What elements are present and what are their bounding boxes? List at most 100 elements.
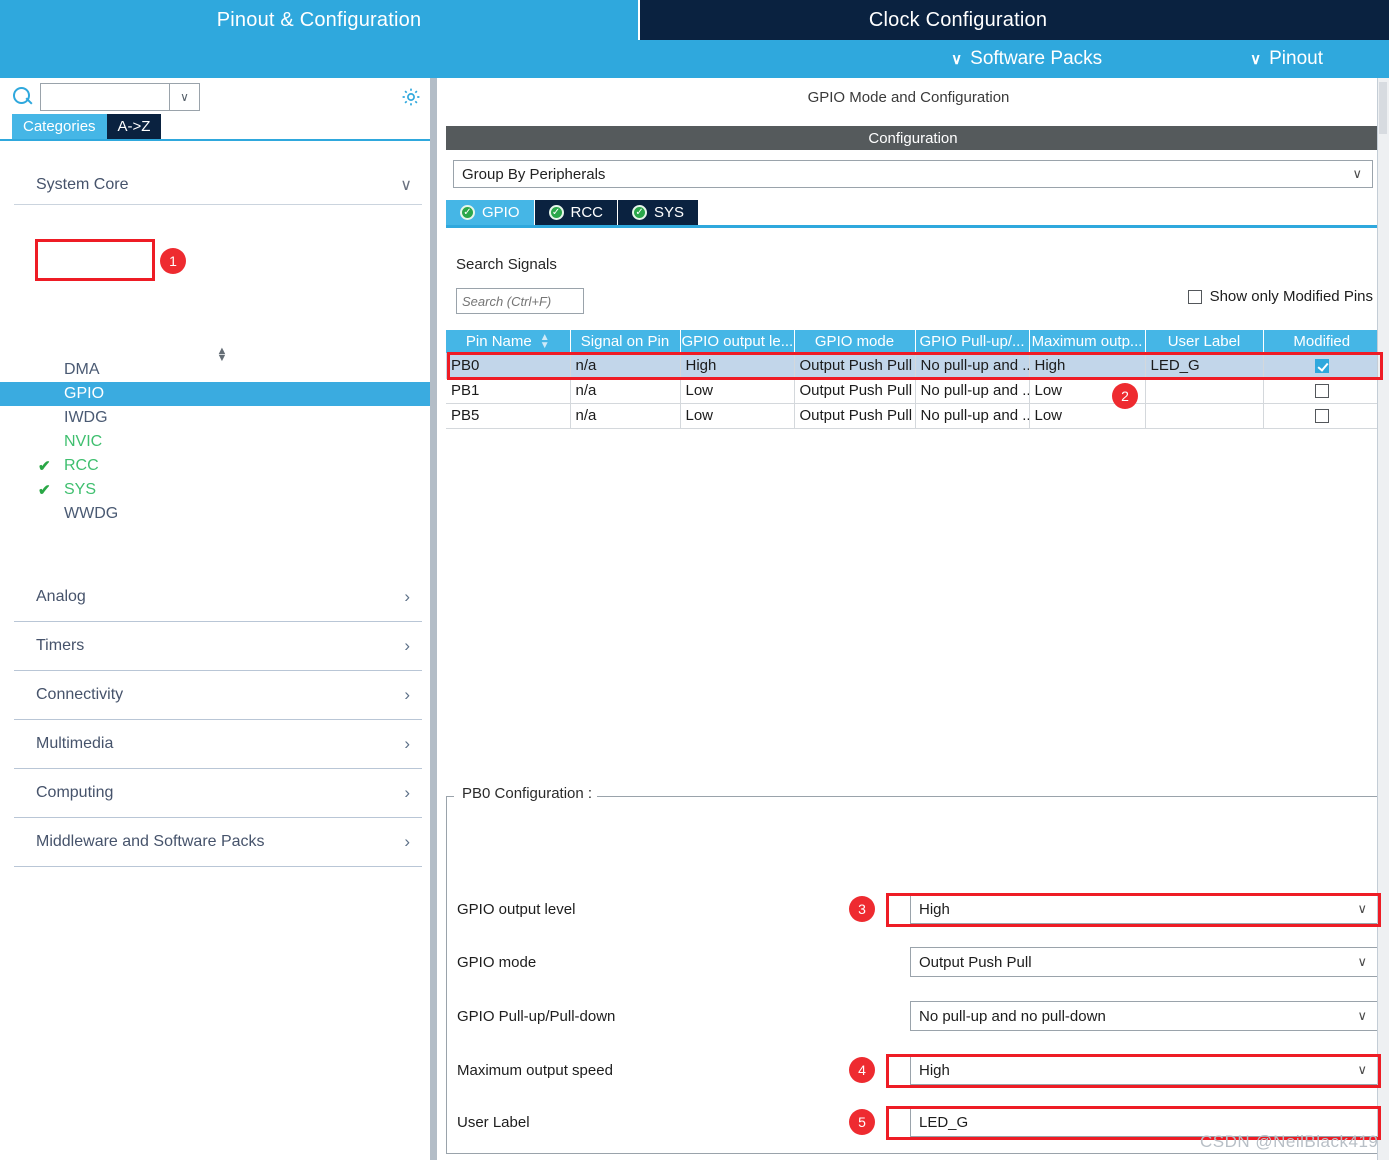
chevron-right-icon: ›: [404, 734, 410, 753]
sidebar-search-row: ∨: [0, 78, 436, 116]
window-scrollbar-thumb[interactable]: [1379, 82, 1387, 134]
category-multimedia-label: Multimedia: [36, 735, 114, 752]
tree-item-sys[interactable]: ✔ SYS: [0, 478, 436, 502]
modified-checkbox[interactable]: [1314, 409, 1329, 424]
maximum-output-speed-select[interactable]: High ∨: [910, 1055, 1378, 1085]
tree-item-dma-label: DMA: [64, 361, 100, 378]
sidebar-tabs: Categories A->Z: [0, 114, 436, 141]
column-header-maximum-output[interactable]: Maximum outp...: [1029, 330, 1146, 353]
gpio-mode-value: Output Push Pull: [919, 953, 1032, 971]
window-scrollbar[interactable]: [1377, 78, 1389, 1160]
section-system-core[interactable]: System Core ∨: [14, 165, 422, 205]
annotation-badge-1: 1: [160, 248, 186, 274]
tree-item-nvic-label: NVIC: [64, 433, 103, 450]
chevron-down-icon: ∨: [1357, 1008, 1367, 1023]
cell-gpio-mode: Output Push Pull: [794, 378, 916, 404]
column-header-gpio-mode[interactable]: GPIO mode: [794, 330, 916, 353]
tree-item-dma[interactable]: DMA: [0, 358, 436, 382]
table-row[interactable]: PB0 n/a High Output Push Pull No pull-up…: [446, 353, 1380, 379]
group-by-select[interactable]: Group By Peripherals ∨: [453, 160, 1373, 188]
status-ok-icon: ✓: [548, 205, 564, 220]
sidebar-tab-a-to-z-label: A->Z: [117, 118, 151, 135]
category-timers[interactable]: Timers ›: [14, 622, 422, 671]
gpio-pullup-pulldown-select[interactable]: No pull-up and no pull-down ∨: [910, 1001, 1378, 1031]
pinout-menu[interactable]: ∨ Pinout: [1250, 48, 1323, 70]
table-row[interactable]: PB1 n/a Low Output Push Pull No pull-up …: [446, 378, 1380, 404]
sidebar-search-input[interactable]: [40, 83, 170, 111]
category-connectivity[interactable]: Connectivity ›: [14, 671, 422, 720]
gpio-pullup-pulldown-value: No pull-up and no pull-down: [919, 1007, 1106, 1025]
tab-rcc[interactable]: ✓ RCC: [533, 200, 618, 225]
sidebar-tab-a-to-z[interactable]: A->Z: [106, 114, 162, 139]
gpio-mode-select[interactable]: Output Push Pull ∨: [910, 947, 1378, 977]
search-signals-text: Search Signals: [456, 256, 557, 273]
cell-modified[interactable]: [1263, 353, 1380, 379]
gpio-mode-title-label: GPIO Mode and Configuration: [807, 89, 1010, 106]
tree-item-gpio[interactable]: GPIO: [0, 382, 436, 406]
cell-user-label: LED_G: [1145, 353, 1264, 379]
gpio-mode-title: GPIO Mode and Configuration: [446, 78, 1371, 118]
category-computing[interactable]: Computing ›: [14, 769, 422, 818]
chevron-down-icon: ∨: [1357, 1062, 1367, 1077]
tree-item-iwdg[interactable]: IWDG: [0, 406, 436, 430]
cell-gpio-mode: Output Push Pull: [794, 353, 916, 379]
search-signals-input[interactable]: [456, 288, 584, 314]
tab-clock-configuration-label: Clock Configuration: [868, 8, 1048, 31]
cell-user-label: [1145, 378, 1264, 404]
peripheral-tree: DMA GPIO IWDG NVIC ✔ RCC ✔ SYS WWDG: [0, 358, 436, 526]
cell-signal-on-pin: n/a: [570, 378, 681, 404]
tab-gpio[interactable]: ✓ GPIO: [446, 200, 534, 225]
chevron-down-icon: ∨: [400, 176, 412, 194]
category-connectivity-label: Connectivity: [36, 686, 124, 703]
watermark: CSDN @NeilBlack419: [1200, 1132, 1379, 1151]
table-row[interactable]: PB5 n/a Low Output Push Pull No pull-up …: [446, 403, 1380, 429]
chevron-right-icon: ›: [404, 832, 410, 851]
modified-checkbox[interactable]: [1314, 358, 1329, 373]
column-header-gpio-pullup[interactable]: GPIO Pull-up/...: [915, 330, 1030, 353]
tab-pinout-configuration-label: Pinout & Configuration: [216, 8, 422, 31]
software-packs-menu[interactable]: ∨ Software Packs: [951, 48, 1102, 70]
status-ok-icon: ✓: [632, 205, 648, 220]
column-header-modified[interactable]: Modified: [1263, 330, 1380, 353]
show-only-modified-pins-checkbox[interactable]: [1187, 289, 1202, 304]
field-gpio-mode: GPIO mode Output Push Pull ∨: [457, 947, 1378, 977]
tab-sys[interactable]: ✓ SYS: [617, 200, 699, 225]
tree-item-nvic[interactable]: NVIC: [0, 430, 436, 454]
column-header-gpio-output-level[interactable]: GPIO output le...: [680, 330, 795, 353]
show-only-modified-pins-row[interactable]: Show only Modified Pins: [1187, 288, 1373, 305]
panel-divider[interactable]: [430, 78, 437, 1160]
sidebar-tab-categories[interactable]: Categories: [12, 114, 107, 139]
category-multimedia[interactable]: Multimedia ›: [14, 720, 422, 769]
cell-gpio-output-level: High: [680, 353, 795, 379]
configuration-panel: GPIO Mode and Configuration Configuratio…: [437, 78, 1389, 1160]
sidebar-search-dropdown-button[interactable]: ∨: [170, 83, 200, 111]
stm32cubemx-window: Pinout & Configuration Clock Configurati…: [0, 0, 1389, 1160]
tab-clock-configuration[interactable]: Clock Configuration: [638, 0, 1276, 40]
cell-modified[interactable]: [1263, 403, 1380, 429]
secondary-toolbar: ∨ Software Packs ∨ Pinout: [0, 40, 1389, 78]
tab-bar-filler: [1276, 0, 1389, 40]
cell-modified[interactable]: [1263, 378, 1380, 404]
modified-checkbox[interactable]: [1314, 384, 1329, 399]
tree-item-wwdg[interactable]: WWDG: [0, 502, 436, 526]
tree-item-gpio-label: GPIO: [64, 385, 105, 402]
cell-signal-on-pin: n/a: [570, 353, 681, 379]
column-header-pin-name-label: Pin Name: [465, 332, 532, 350]
table-header-row: Pin Name ▲ ▼ Signal on Pin GPIO output le.…: [446, 330, 1380, 353]
check-icon: ✔: [38, 482, 51, 499]
chevron-right-icon: ›: [404, 685, 410, 704]
status-ok-icon: ✓: [460, 205, 475, 220]
category-list: Analog › Timers › Connectivity › Multime…: [0, 573, 436, 867]
category-middleware[interactable]: Middleware and Software Packs ›: [14, 818, 422, 867]
pin-configuration-title: PB0 Configuration :: [457, 785, 598, 802]
settings-gear-button[interactable]: [400, 86, 422, 108]
column-header-user-label[interactable]: User Label: [1145, 330, 1264, 353]
annotation-badge-3: 3: [849, 896, 875, 922]
category-analog[interactable]: Analog ›: [14, 573, 422, 622]
chevron-right-icon: ›: [404, 636, 410, 655]
column-header-pin-name[interactable]: Pin Name ▲ ▼: [446, 330, 571, 353]
tab-pinout-configuration[interactable]: Pinout & Configuration: [0, 0, 638, 40]
column-header-signal-on-pin[interactable]: Signal on Pin: [570, 330, 681, 353]
gpio-output-level-select[interactable]: High ∨: [910, 894, 1378, 924]
tree-item-rcc[interactable]: ✔ RCC: [0, 454, 436, 478]
